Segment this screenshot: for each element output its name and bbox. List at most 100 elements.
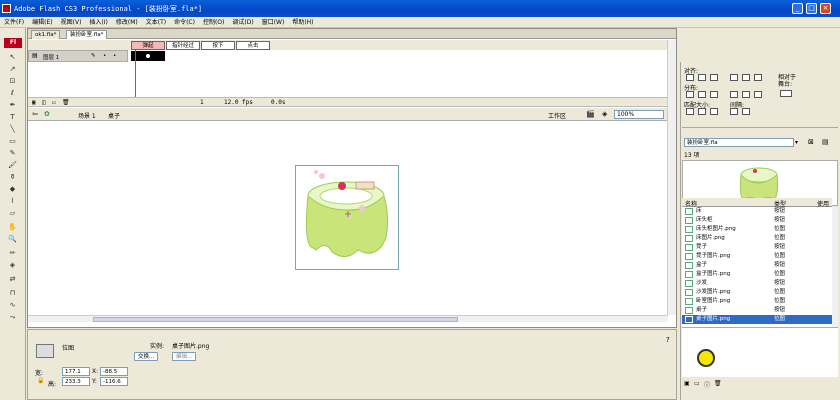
straighten-icon[interactable]: ⤳ (7, 312, 18, 323)
zoom-select[interactable]: 100% (614, 110, 664, 119)
eraser-icon[interactable]: ▱ (7, 208, 18, 219)
list-item[interactable]: 沙发图片.png 位图 (682, 288, 832, 297)
menu-control[interactable]: 控制(O) (199, 17, 228, 28)
tab-bedroom[interactable]: 装扮卧室.fla* (66, 30, 108, 39)
tab-ok1[interactable]: ok1.fla* (31, 30, 61, 39)
distribute-hcenter-icon[interactable] (742, 91, 750, 98)
align-left-icon[interactable] (686, 74, 694, 81)
new-library-icon[interactable]: ▤ (822, 138, 829, 146)
distribute-right-icon[interactable] (754, 91, 762, 98)
zoom-tool-icon[interactable]: 🔍 (7, 234, 18, 245)
match-width-icon[interactable] (686, 108, 694, 115)
help-icon[interactable]: ? (666, 336, 670, 344)
lasso-icon[interactable]: ℓ (7, 88, 18, 99)
frame-over[interactable]: 指针经过 (166, 41, 200, 50)
add-layer-icon[interactable]: ▣ (32, 98, 36, 108)
visibility-dot-icon[interactable]: • (103, 53, 106, 59)
height-field[interactable]: 233.3 (62, 377, 90, 386)
frame-up[interactable]: 弹起 (131, 41, 165, 50)
keyframe-span[interactable] (131, 51, 165, 61)
smooth-icon[interactable]: ∿ (7, 300, 18, 311)
h-scroll-thumb[interactable] (93, 317, 458, 322)
y-field[interactable]: -116.6 (100, 377, 128, 386)
list-item[interactable]: 床按钮 (682, 207, 832, 216)
distribute-bottom-icon[interactable] (710, 91, 718, 98)
delete-layer-icon[interactable]: 🗑 (62, 98, 70, 108)
edit-scene-icon[interactable]: 🎬 (586, 110, 595, 118)
text-tool-icon[interactable]: T (7, 112, 18, 123)
menu-view[interactable]: 视图(V) (57, 17, 86, 28)
delete-icon[interactable]: 🗑 (714, 380, 722, 387)
workspace-menu[interactable]: 工作区 (548, 111, 566, 120)
lock-dot-icon[interactable]: • (113, 53, 116, 59)
distribute-left-icon[interactable] (730, 91, 738, 98)
lock-icon[interactable]: 🔒 (37, 377, 44, 384)
to-stage-toggle-icon[interactable] (780, 90, 792, 97)
library-dropdown-icon[interactable]: ▾ (795, 139, 798, 146)
edit-button[interactable]: 编辑... (172, 352, 197, 361)
ink-bottle-icon[interactable]: ⚱ (7, 172, 18, 183)
match-both-icon[interactable] (710, 108, 718, 115)
eyedropper-icon[interactable]: ⌇ (7, 196, 18, 207)
list-item[interactable]: 床头柜 按钮 (682, 216, 832, 225)
scene-breadcrumb[interactable]: 场景 1 (78, 111, 96, 120)
stage-horizontal-scrollbar[interactable] (28, 315, 668, 322)
snap-magnet-icon[interactable]: ⊓ (7, 288, 18, 299)
menu-modify[interactable]: 修改(M) (112, 17, 142, 28)
stroke-color-icon[interactable]: ✏ (7, 248, 18, 259)
list-item[interactable]: 沙发 按钮 (682, 279, 832, 288)
library-scrollbar[interactable] (832, 207, 838, 327)
hand-tool-icon[interactable]: ✋ (7, 222, 18, 233)
maximize-button[interactable]: □ (806, 3, 817, 14)
pencil-tool-icon[interactable]: ✎ (7, 148, 18, 159)
frame-hit[interactable]: 点击 (236, 41, 270, 50)
space-horizontal-icon[interactable] (742, 108, 750, 115)
symbol-breadcrumb[interactable]: 桌子 (108, 111, 120, 120)
fill-color-icon[interactable]: ◈ (7, 260, 18, 271)
align-right-icon[interactable] (710, 74, 718, 81)
match-height-icon[interactable] (698, 108, 706, 115)
swap-button[interactable]: 交换... (134, 352, 159, 361)
menu-text[interactable]: 文本(T) (142, 17, 170, 28)
list-item[interactable]: 盒子 按钮 (682, 261, 832, 270)
stage-symbol-bounds[interactable] (295, 165, 399, 270)
list-item[interactable]: 盒子图片.png 位图 (682, 270, 832, 279)
menu-commands[interactable]: 命令(C) (170, 17, 199, 28)
frame-down[interactable]: 按下 (201, 41, 235, 50)
menu-help[interactable]: 帮助(H) (288, 17, 317, 28)
brush-tool-icon[interactable]: 🖌 (7, 160, 18, 171)
pen-tool-icon[interactable]: ✒ (7, 100, 18, 111)
paint-bucket-icon[interactable]: ◆ (7, 184, 18, 195)
list-item[interactable]: 床头柜图片.png 位图 (682, 225, 832, 234)
align-bottom-icon[interactable] (754, 74, 762, 81)
free-transform-icon[interactable]: ⊡ (7, 76, 18, 87)
menu-file[interactable]: 文件(F) (0, 17, 28, 28)
add-guide-icon[interactable]: ◫ (42, 98, 46, 108)
distribute-vcenter-icon[interactable] (698, 91, 706, 98)
layer-row[interactable]: ▤ 图层 1 ✎ • • (28, 50, 128, 62)
selection-tool-icon[interactable]: ↖ (7, 52, 18, 63)
x-field[interactable]: -88.5 (100, 367, 128, 376)
add-folder-icon[interactable]: ▭ (52, 98, 56, 108)
menu-window[interactable]: 窗口(W) (258, 17, 289, 28)
align-vcenter-icon[interactable] (742, 74, 750, 81)
back-arrow-icon[interactable]: ⇦ (32, 110, 38, 118)
list-item[interactable]: 桌子 按钮 (682, 306, 832, 315)
list-item[interactable]: 凳子图片.png 位图 (682, 252, 832, 261)
align-top-icon[interactable] (730, 74, 738, 81)
list-item[interactable]: 床图片.png 位图 (682, 234, 832, 243)
pin-icon[interactable]: ⊠ (808, 138, 814, 146)
edit-symbol-icon[interactable]: ◈ (602, 110, 607, 118)
width-field[interactable]: 177.1 (62, 367, 90, 376)
menu-debug[interactable]: 调试(D) (228, 17, 257, 28)
new-symbol-icon[interactable]: ▣ (684, 380, 690, 387)
table-graphic[interactable] (296, 166, 398, 269)
menu-edit[interactable]: 编辑(E) (28, 17, 56, 28)
stage-vertical-scrollbar[interactable] (667, 40, 676, 315)
rectangle-tool-icon[interactable]: ▭ (7, 136, 18, 147)
list-item-selected[interactable]: 桌子图片.png 位图 (682, 315, 832, 324)
library-doc-select[interactable]: 装扮卧室.fla (684, 138, 794, 147)
align-hcenter-icon[interactable] (698, 74, 706, 81)
line-tool-icon[interactable]: ╲ (7, 124, 18, 135)
minimize-button[interactable]: _ (792, 3, 803, 14)
